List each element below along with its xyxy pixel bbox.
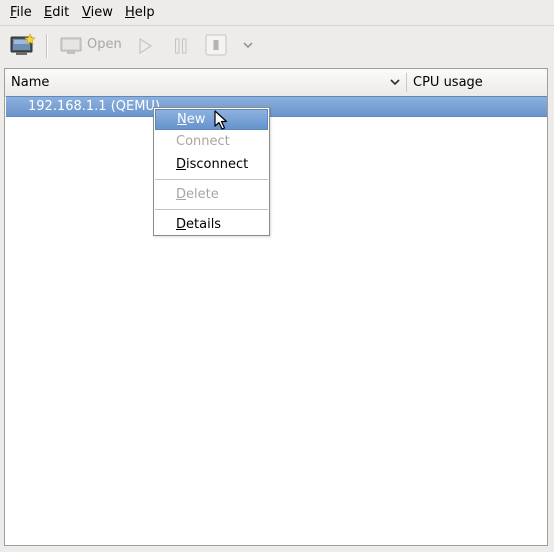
column-header-name[interactable]: Name <box>11 75 49 90</box>
context-menu-disconnect-label: isconnect <box>186 157 249 172</box>
context-menu-connect[interactable]: Connect <box>155 131 268 152</box>
context-menu-separator <box>155 179 268 180</box>
toolbar: Open <box>0 26 554 66</box>
table-row[interactable]: 192.168.1.1 (QEMU) <box>6 96 547 117</box>
context-menu: New Connect Disconnect Delete Details <box>153 107 270 236</box>
menu-view-label: iew <box>90 5 113 20</box>
menu-help[interactable]: Help <box>125 4 155 21</box>
context-menu-connect-label: Connect <box>176 134 230 149</box>
context-menu-separator <box>155 209 268 210</box>
menu-help-label: elp <box>134 5 155 20</box>
menu-help-mnemonic: H <box>125 5 135 20</box>
context-menu-disconnect[interactable]: Disconnect <box>155 154 268 175</box>
context-menu-delete-mnemonic: D <box>176 187 187 202</box>
open-monitor-icon <box>60 37 82 54</box>
menu-view-mnemonic: V <box>82 5 91 20</box>
menu-edit[interactable]: Edit <box>44 4 69 21</box>
list-header: Name CPU usage <box>5 69 547 97</box>
context-menu-delete-label: elete <box>186 187 219 202</box>
toolbar-separator <box>46 34 48 58</box>
menu-file-label: ile <box>16 5 32 20</box>
context-menu-details-mnemonic: D <box>176 217 187 232</box>
vm-list[interactable]: Name CPU usage 192.168.1.1 (QEMU) <box>4 68 548 546</box>
chevron-down-icon[interactable] <box>388 75 402 89</box>
menu-edit-mnemonic: E <box>44 5 53 20</box>
context-menu-details[interactable]: Details <box>155 214 268 235</box>
shutdown-icon[interactable] <box>205 34 227 56</box>
open-button[interactable]: Open <box>87 37 122 52</box>
column-header-cpu-usage[interactable]: CPU usage <box>413 75 483 90</box>
pause-icon[interactable] <box>174 38 188 54</box>
context-menu-new-label: ew <box>186 112 206 127</box>
play-icon[interactable] <box>138 38 152 54</box>
context-menu-disconnect-mnemonic: D <box>176 157 187 172</box>
connection-name: 192.168.1.1 (QEMU) <box>28 99 161 114</box>
menubar: File Edit View Help <box>0 0 554 26</box>
context-menu-delete[interactable]: Delete <box>155 184 268 205</box>
mouse-pointer-icon <box>214 110 228 130</box>
new-vm-monitor-icon[interactable] <box>10 33 36 57</box>
menu-edit-label: dit <box>52 5 70 20</box>
menu-view[interactable]: View <box>82 4 113 21</box>
context-menu-new[interactable]: New <box>155 109 268 130</box>
context-menu-details-label: etails <box>186 217 222 232</box>
chevron-down-icon[interactable] <box>242 40 254 50</box>
column-divider[interactable] <box>406 73 407 92</box>
menu-file[interactable]: File <box>10 4 32 21</box>
context-menu-new-mnemonic: N <box>177 112 187 127</box>
